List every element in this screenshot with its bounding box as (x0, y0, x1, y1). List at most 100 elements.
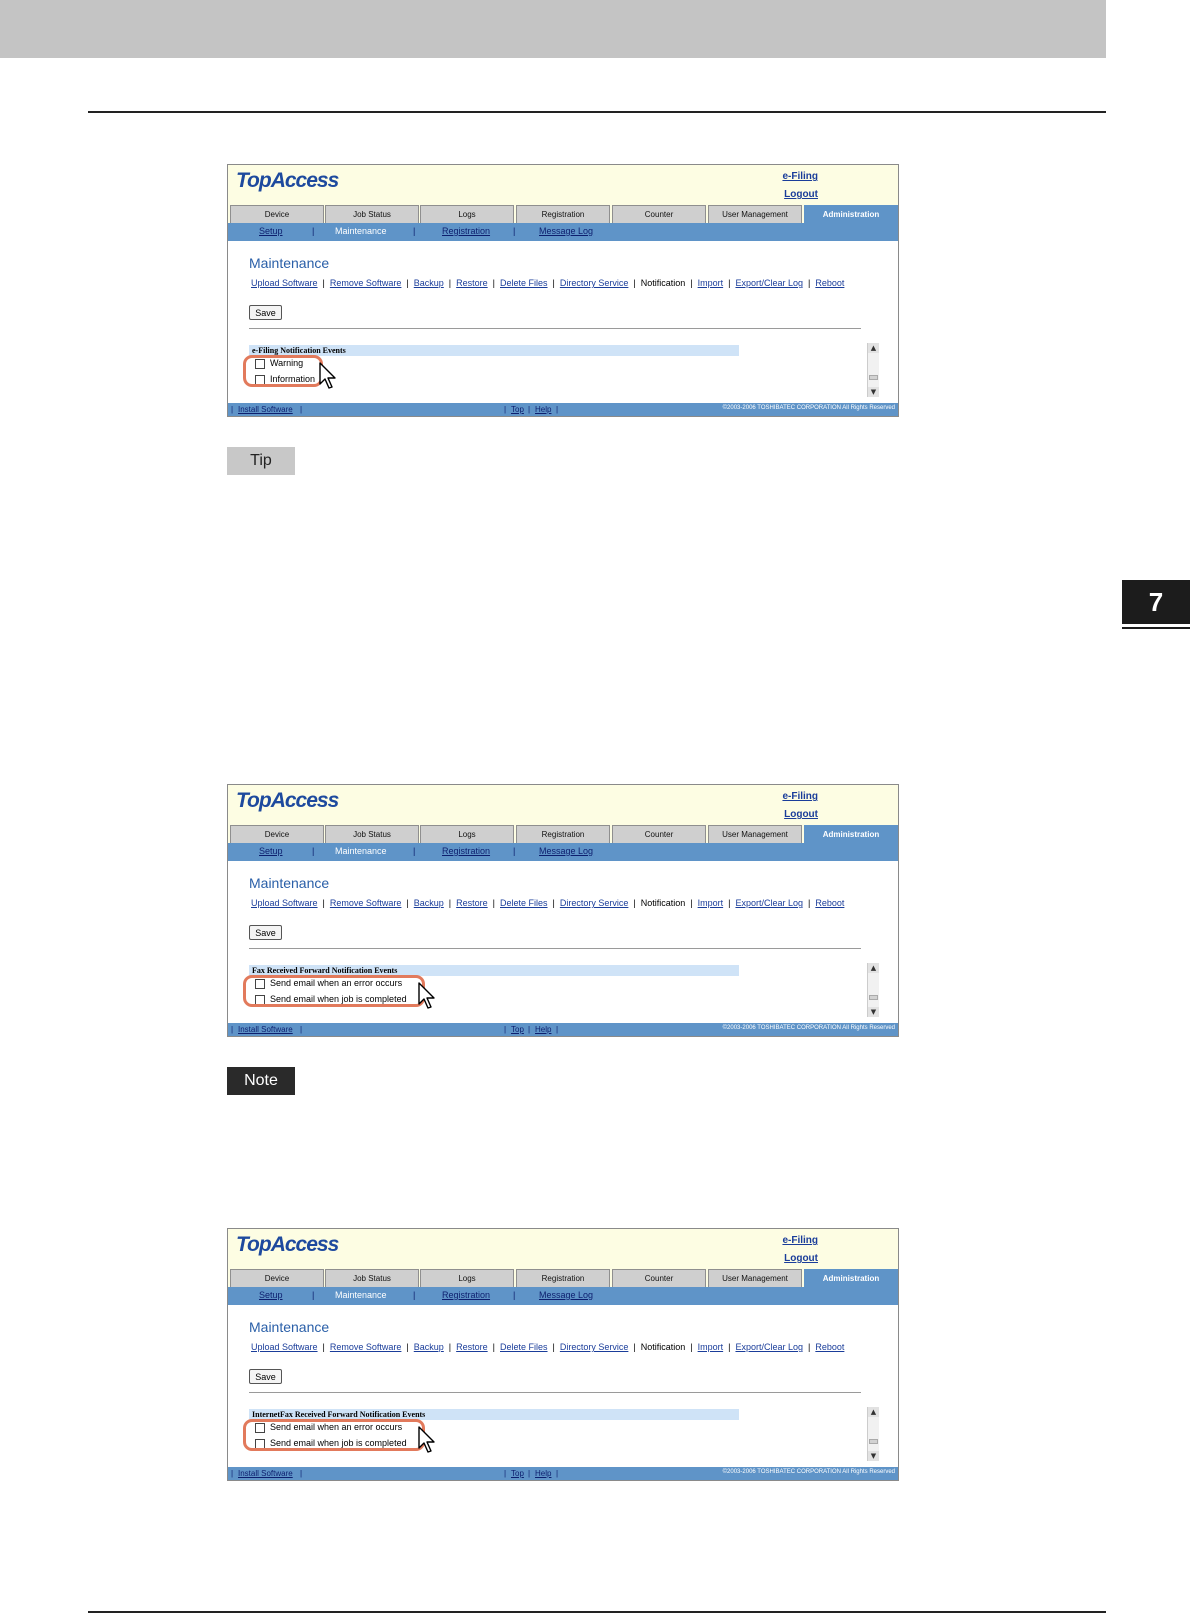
highlight-ring (243, 355, 323, 387)
link-reboot[interactable]: Reboot (815, 898, 844, 908)
footer-help[interactable]: Help (535, 1025, 551, 1034)
subnav-message-log[interactable]: Message Log (539, 226, 593, 236)
link-delete-files[interactable]: Delete Files (500, 898, 548, 908)
subnav-registration[interactable]: Registration (442, 226, 490, 236)
footer-help[interactable]: Help (535, 405, 551, 414)
app-footer: | Install Software | | Top | Help | ©200… (228, 1467, 898, 1480)
scrollbar[interactable]: ▲ ▼ (867, 1407, 879, 1461)
subnav-message-log[interactable]: Message Log (539, 1290, 593, 1300)
link-upload-software[interactable]: Upload Software (251, 278, 318, 288)
link-remove-software[interactable]: Remove Software (330, 1342, 402, 1352)
chapter-tab-rule (1122, 627, 1190, 629)
note-label: Note (227, 1067, 295, 1095)
link-remove-software[interactable]: Remove Software (330, 278, 402, 288)
tab-user-management[interactable]: User Management (708, 1269, 802, 1287)
footer-separator: | (556, 1025, 559, 1034)
link-backup[interactable]: Backup (414, 1342, 444, 1352)
footer-help[interactable]: Help (535, 1469, 551, 1478)
logout-link[interactable]: Logout (784, 809, 818, 820)
link-directory-service[interactable]: Directory Service (560, 898, 629, 908)
tab-device[interactable]: Device (230, 1269, 324, 1287)
footer-top[interactable]: Top (511, 1469, 524, 1478)
tab-user-management[interactable]: User Management (708, 825, 802, 843)
link-directory-service[interactable]: Directory Service (560, 278, 629, 288)
subnav-maintenance[interactable]: Maintenance (335, 1290, 387, 1300)
tab-job-status[interactable]: Job Status (325, 1269, 419, 1287)
subnav-setup[interactable]: Setup (259, 846, 283, 856)
tab-device[interactable]: Device (230, 825, 324, 843)
scroll-thumb[interactable] (869, 1439, 878, 1444)
tab-registration[interactable]: Registration (516, 205, 610, 223)
save-button[interactable]: Save (249, 1369, 282, 1384)
tab-administration[interactable]: Administration (804, 1269, 898, 1287)
scroll-up-icon[interactable]: ▲ (868, 963, 879, 973)
link-delete-files[interactable]: Delete Files (500, 1342, 548, 1352)
link-restore[interactable]: Restore (456, 278, 488, 288)
scrollbar[interactable]: ▲ ▼ (867, 963, 879, 1017)
scroll-thumb[interactable] (869, 995, 878, 1000)
link-restore[interactable]: Restore (456, 898, 488, 908)
subnav-separator: | (312, 226, 315, 236)
link-import[interactable]: Import (698, 1342, 724, 1352)
subnav-registration[interactable]: Registration (442, 1290, 490, 1300)
link-reboot[interactable]: Reboot (815, 278, 844, 288)
footer-install-software[interactable]: Install Software (238, 1025, 293, 1034)
highlight-ring (243, 1419, 425, 1451)
scroll-up-icon[interactable]: ▲ (868, 1407, 879, 1417)
tab-logs[interactable]: Logs (420, 825, 514, 843)
header-rule (88, 111, 1106, 113)
link-remove-software[interactable]: Remove Software (330, 898, 402, 908)
efiling-link[interactable]: e-Filing (782, 171, 818, 182)
subnav-maintenance[interactable]: Maintenance (335, 226, 387, 236)
link-import[interactable]: Import (698, 278, 724, 288)
subnav-maintenance[interactable]: Maintenance (335, 846, 387, 856)
footer-install-software[interactable]: Install Software (238, 405, 293, 414)
footer-install-software[interactable]: Install Software (238, 1469, 293, 1478)
topaccess-logo: TopAccess (236, 169, 339, 192)
scroll-up-icon[interactable]: ▲ (868, 343, 879, 353)
tab-user-management[interactable]: User Management (708, 205, 802, 223)
logout-link[interactable]: Logout (784, 189, 818, 200)
tab-registration[interactable]: Registration (516, 825, 610, 843)
scroll-down-icon[interactable]: ▼ (868, 1007, 879, 1017)
subnav-setup[interactable]: Setup (259, 226, 283, 236)
link-restore[interactable]: Restore (456, 1342, 488, 1352)
tab-counter[interactable]: Counter (612, 205, 706, 223)
link-import[interactable]: Import (698, 898, 724, 908)
subnav-setup[interactable]: Setup (259, 1290, 283, 1300)
tab-job-status[interactable]: Job Status (325, 205, 419, 223)
link-export-clear-log[interactable]: Export/Clear Log (735, 898, 803, 908)
tab-logs[interactable]: Logs (420, 205, 514, 223)
tab-administration[interactable]: Administration (804, 205, 898, 223)
link-reboot[interactable]: Reboot (815, 1342, 844, 1352)
footer-top[interactable]: Top (511, 405, 524, 414)
efiling-link[interactable]: e-Filing (782, 1235, 818, 1246)
efiling-link[interactable]: e-Filing (782, 791, 818, 802)
subnav-message-log[interactable]: Message Log (539, 846, 593, 856)
link-notification-current: Notification (640, 278, 686, 288)
scroll-thumb[interactable] (869, 375, 878, 380)
link-export-clear-log[interactable]: Export/Clear Log (735, 1342, 803, 1352)
tab-registration[interactable]: Registration (516, 1269, 610, 1287)
scrollbar[interactable]: ▲ ▼ (867, 343, 879, 397)
link-export-clear-log[interactable]: Export/Clear Log (735, 278, 803, 288)
scroll-down-icon[interactable]: ▼ (868, 1451, 879, 1461)
footer-top[interactable]: Top (511, 1025, 524, 1034)
scroll-down-icon[interactable]: ▼ (868, 387, 879, 397)
save-button[interactable]: Save (249, 925, 282, 940)
link-backup[interactable]: Backup (414, 278, 444, 288)
logout-link[interactable]: Logout (784, 1253, 818, 1264)
tab-device[interactable]: Device (230, 205, 324, 223)
tab-logs[interactable]: Logs (420, 1269, 514, 1287)
tab-counter[interactable]: Counter (612, 825, 706, 843)
link-backup[interactable]: Backup (414, 898, 444, 908)
link-delete-files[interactable]: Delete Files (500, 278, 548, 288)
tab-job-status[interactable]: Job Status (325, 825, 419, 843)
tab-administration[interactable]: Administration (804, 825, 898, 843)
link-upload-software[interactable]: Upload Software (251, 898, 318, 908)
link-directory-service[interactable]: Directory Service (560, 1342, 629, 1352)
link-upload-software[interactable]: Upload Software (251, 1342, 318, 1352)
tab-counter[interactable]: Counter (612, 1269, 706, 1287)
subnav-registration[interactable]: Registration (442, 846, 490, 856)
save-button[interactable]: Save (249, 305, 282, 320)
